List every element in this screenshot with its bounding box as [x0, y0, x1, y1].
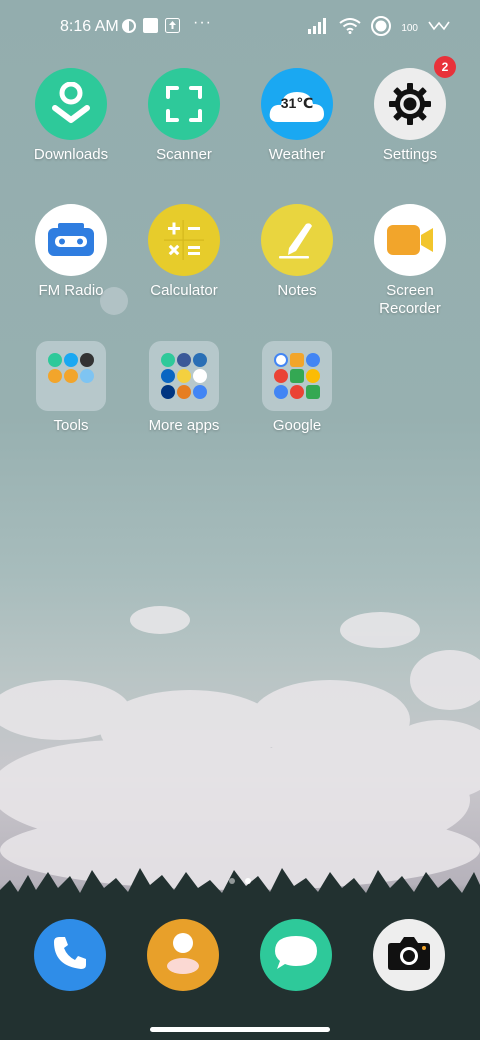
page-dot[interactable]	[229, 878, 235, 884]
folder-tools[interactable]: Tools	[15, 341, 127, 435]
mini-app-icon	[306, 385, 320, 399]
mini-app-icon	[64, 353, 78, 367]
app-weather[interactable]: 31℃ Weather	[241, 68, 353, 164]
app-scanner[interactable]: Scanner	[128, 68, 240, 164]
radio-icon	[35, 204, 107, 276]
app-settings[interactable]: 2 Settings	[354, 56, 466, 164]
app-notes[interactable]: Notes	[241, 204, 353, 300]
app-label: Scanner	[156, 146, 212, 163]
folder-label: Google	[272, 417, 322, 434]
folder-label: Tools	[53, 417, 89, 434]
square-icon	[143, 18, 158, 38]
upload-icon	[165, 18, 180, 38]
dock-camera[interactable]	[373, 919, 445, 991]
app-label: Calculator	[150, 282, 218, 299]
wifi-icon	[339, 18, 361, 39]
mini-app-icon	[306, 353, 320, 367]
mini-app-icon	[80, 369, 94, 383]
mini-app-icon	[48, 353, 62, 367]
folder-label: More apps	[148, 417, 220, 434]
mini-app-icon	[274, 353, 288, 367]
status-bar: 8:16 AM ··· 100	[0, 0, 480, 56]
mini-app-icon	[161, 385, 175, 399]
mini-app-icon	[48, 369, 62, 383]
mini-app-icon	[274, 385, 288, 399]
mini-app-icon	[161, 353, 175, 367]
scan-icon	[148, 68, 220, 140]
mini-app-icon	[161, 369, 175, 383]
mini-app-icon	[193, 369, 207, 383]
dock-phone[interactable]	[34, 919, 106, 991]
folder-icon	[149, 341, 219, 411]
dock-messages[interactable]	[260, 919, 332, 991]
data-speed-icon	[428, 19, 450, 38]
status-right: 100	[307, 16, 450, 41]
gear-icon: 2	[374, 56, 456, 140]
signal-icon	[307, 18, 329, 39]
mini-app-icon	[64, 369, 78, 383]
mini-app-icon	[290, 385, 304, 399]
mini-app-icon	[290, 353, 304, 367]
notification-icon	[121, 18, 137, 39]
phone-icon	[50, 933, 90, 978]
more-indicator: ···	[193, 14, 212, 31]
mini-app-icon	[177, 369, 191, 383]
mini-app-icon	[177, 353, 191, 367]
app-label: Settings	[382, 146, 438, 163]
app-label: FM Radio	[38, 282, 104, 299]
mini-app-icon	[274, 369, 288, 383]
mini-app-icon	[193, 353, 207, 367]
folder-icon	[262, 341, 332, 411]
camera-icon	[387, 935, 431, 976]
page-dot-active[interactable]	[245, 878, 251, 884]
page-indicator	[0, 878, 480, 884]
cloud-icon: 31℃	[261, 68, 333, 140]
mini-app-icon	[290, 369, 304, 383]
notification-badge: 2	[434, 56, 456, 78]
home-gesture-bar[interactable]	[150, 1027, 330, 1032]
app-label: Screen Recorder	[379, 282, 441, 317]
folder-icon	[36, 341, 106, 411]
folder-google[interactable]: Google	[241, 341, 353, 435]
app-label: Downloads	[33, 146, 109, 163]
dock-contacts[interactable]	[147, 919, 219, 991]
app-downloads[interactable]: Downloads	[15, 68, 127, 164]
mini-app-icon	[193, 385, 207, 399]
person-icon	[163, 931, 203, 980]
folder-more-apps[interactable]: More apps	[128, 341, 240, 435]
mini-app-icon	[306, 369, 320, 383]
status-time: 8:16 AM	[60, 18, 119, 35]
calculator-icon	[148, 204, 220, 276]
app-screen-recorder[interactable]: Screen Recorder	[354, 204, 466, 318]
pen-icon	[261, 204, 333, 276]
app-label: Notes	[277, 282, 317, 299]
download-icon	[35, 68, 107, 140]
chat-icon	[273, 933, 319, 978]
video-icon	[374, 204, 446, 276]
app-label: Weather	[268, 146, 326, 163]
record-icon	[371, 16, 392, 41]
battery-level: 100	[401, 23, 418, 34]
app-calculator[interactable]: Calculator	[128, 204, 240, 300]
mini-app-icon	[80, 353, 94, 367]
app-fm-radio[interactable]: FM Radio	[15, 204, 127, 300]
weather-temperature: 31℃	[280, 94, 314, 111]
mini-app-icon	[177, 385, 191, 399]
